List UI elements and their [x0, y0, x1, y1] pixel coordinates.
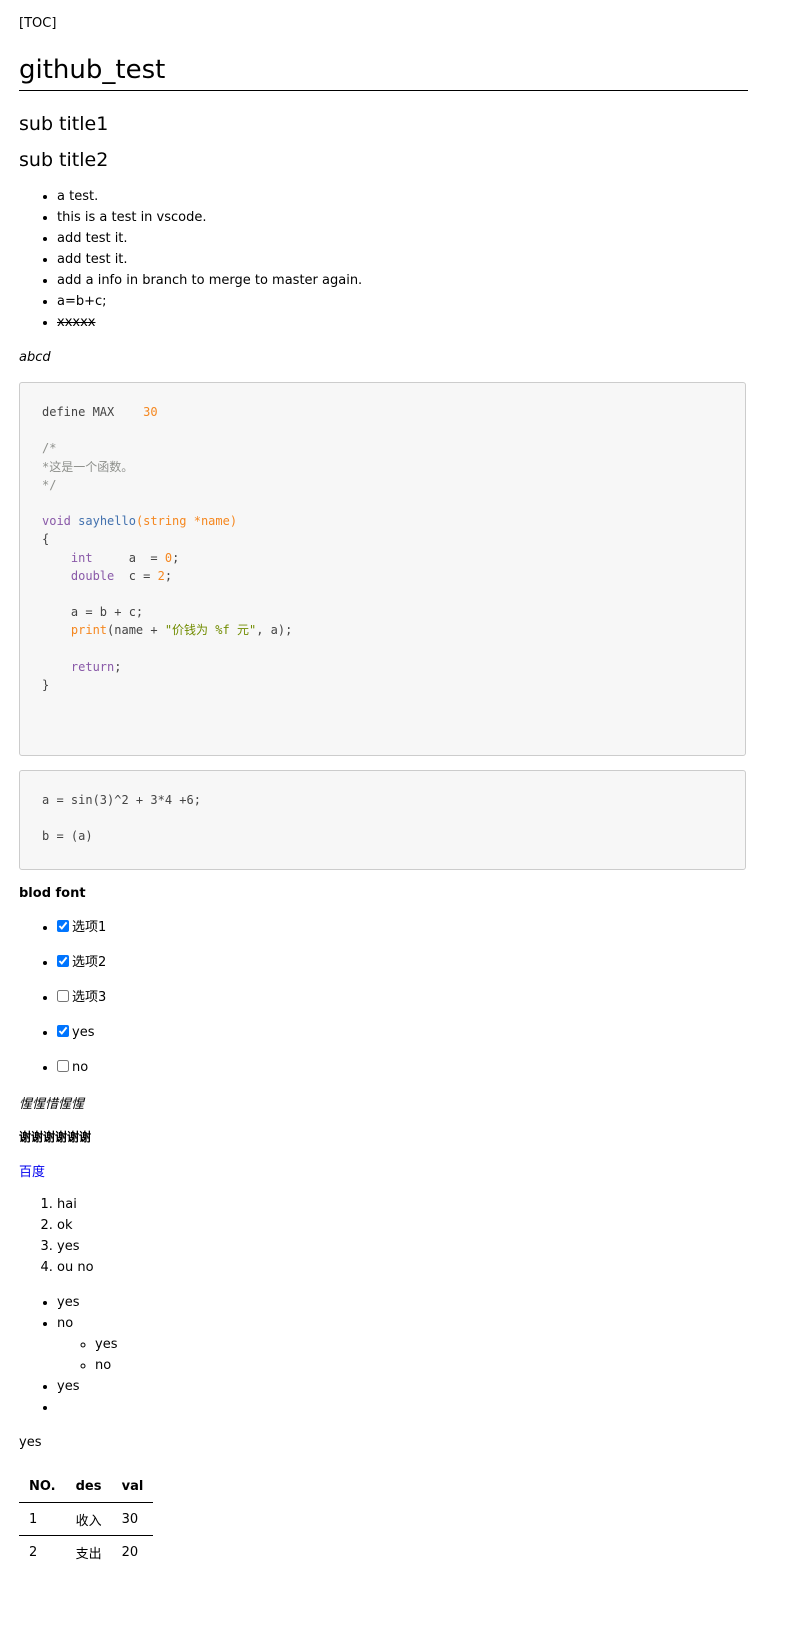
ordered-list: hai ok yes ou no [19, 1194, 94, 1278]
table-row: 1 收入 30 [19, 1502, 154, 1536]
list-item-strikethrough: xxxxx [57, 312, 362, 333]
list-item: this is a test in vscode. [57, 207, 362, 228]
task-item: yes [57, 1015, 106, 1050]
bold-chinese-text: 谢谢谢谢谢谢 [19, 1130, 92, 1144]
list-item: ou no [57, 1257, 94, 1278]
bullet-list: a test. this is a test in vscode. add te… [19, 186, 362, 333]
nested-list: yes no yes no yes [19, 1292, 117, 1418]
table-row: 2 支出 20 [29, 1544, 139, 1562]
list-item: hai [57, 1194, 94, 1215]
task-checkbox[interactable] [57, 1060, 69, 1072]
task-checkbox[interactable] [57, 955, 69, 967]
toc-marker: [TOC] [19, 16, 57, 31]
task-item: no [57, 1050, 106, 1085]
subtitle-2: sub title2 [19, 149, 109, 171]
list-item: yes [57, 1236, 94, 1257]
baidu-link[interactable]: 百度 [19, 1161, 45, 1180]
page-title: github_test [19, 54, 748, 91]
list-item: ok [57, 1215, 94, 1236]
task-item: 选项1 [57, 910, 106, 945]
yes-text: yes [19, 1435, 42, 1450]
list-item: no [95, 1355, 117, 1376]
list-item: yes [57, 1292, 117, 1313]
list-item: no yes no [57, 1313, 117, 1376]
task-item: 选项3 [57, 980, 106, 1015]
task-checkbox[interactable] [57, 1025, 69, 1037]
list-item: a test. [57, 186, 362, 207]
subtitle-1: sub title1 [19, 113, 109, 135]
code-block-2: a = sin(3)^2 + 3*4 +6; b = (a) [19, 770, 746, 870]
task-checkbox[interactable] [57, 920, 69, 932]
list-item: a=b+c; [57, 291, 362, 312]
list-item: add test it. [57, 228, 362, 249]
sub-list: yes no [57, 1334, 117, 1376]
code-block-1: define MAX 30 /* *这是一个函数。 */ void sayhel… [19, 382, 746, 756]
bold-text: blod font [19, 886, 86, 901]
task-item: 选项2 [57, 945, 106, 980]
task-list: 选项1 选项2 选项3 yes no [19, 910, 106, 1085]
emphasis-text: abcd [19, 350, 51, 365]
list-item: add a info in branch to merge to master … [57, 270, 362, 291]
task-checkbox[interactable] [57, 990, 69, 1002]
list-item: add test it. [57, 249, 362, 270]
list-item-empty [57, 1397, 117, 1418]
list-item: yes [95, 1334, 117, 1355]
italic-chinese-text: 惺惺惜惺惺 [19, 1097, 85, 1112]
data-table: NO. des val 1 收入 30 2 支出 20 [19, 1470, 154, 1568]
list-item: yes [57, 1376, 117, 1397]
